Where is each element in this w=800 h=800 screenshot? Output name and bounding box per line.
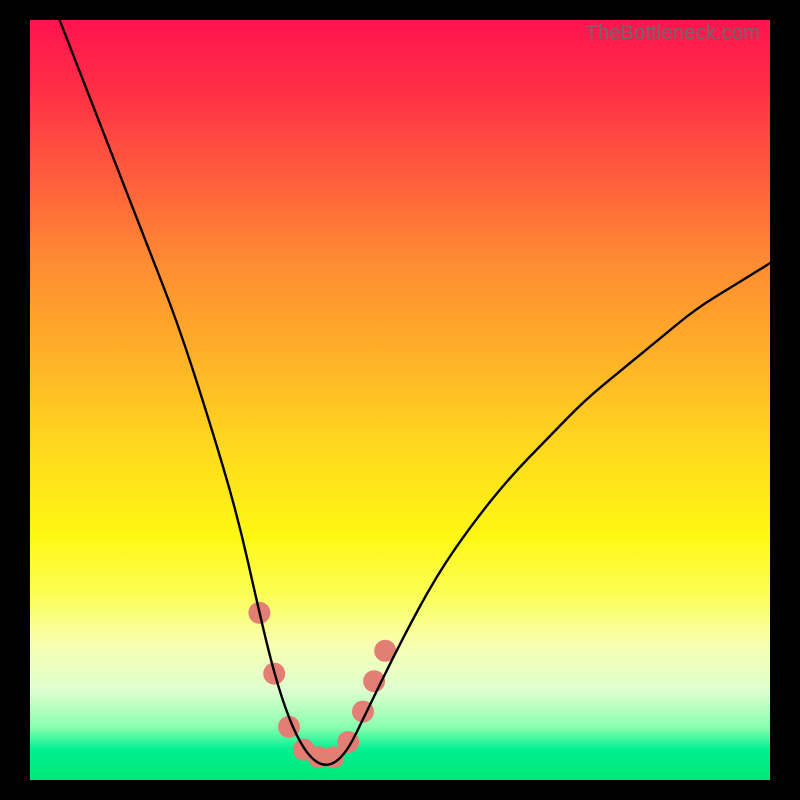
chart-svg <box>30 20 770 780</box>
marker-group <box>248 602 396 768</box>
chart-plot-area: TheBottleneck.com <box>30 20 770 780</box>
bottleneck-curve-path <box>60 20 770 765</box>
